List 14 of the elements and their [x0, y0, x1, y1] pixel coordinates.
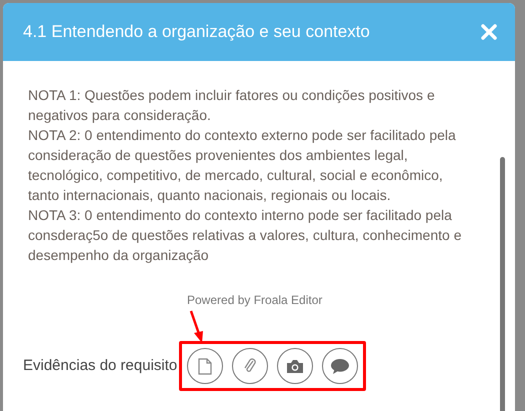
evidence-button[interactable] [187, 348, 224, 384]
editor-credit: Powered by Froala Editor [187, 292, 324, 309]
speech-bubble-icon [330, 358, 350, 374]
note-text: NOTA 1: Questões podem incluir fatores ou condições positivos e negativos para consideração. [28, 86, 436, 125]
evidence-button[interactable] [277, 348, 314, 384]
evidence-button[interactable] [322, 348, 358, 384]
camera-icon [286, 358, 304, 374]
note-text: NOTA 2: 0 entendimento do contexto externo pode ser facilitado pela consideração de questões provenientes dos ambientes legal, tecnológico, competitivo, de mercado, cultural, social e econômico, tanto internacionais, quanto nacionais, regionais ou locais. [28, 126, 457, 205]
evidence-button[interactable] [232, 348, 268, 384]
evidence-label: Evidências do requisito [23, 356, 178, 376]
note-text: NOTA 3: 0 entendimento do contexto interno pode ser facilitado pela consderaç5o de questões relativas a valores, cultura, conhecimento e desempenho da organização [28, 206, 462, 265]
dialog-title: 4.1 Entendendo a organização e seu contexto [23, 21, 370, 44]
paperclip-icon [243, 357, 258, 375]
document-icon [198, 358, 212, 374]
